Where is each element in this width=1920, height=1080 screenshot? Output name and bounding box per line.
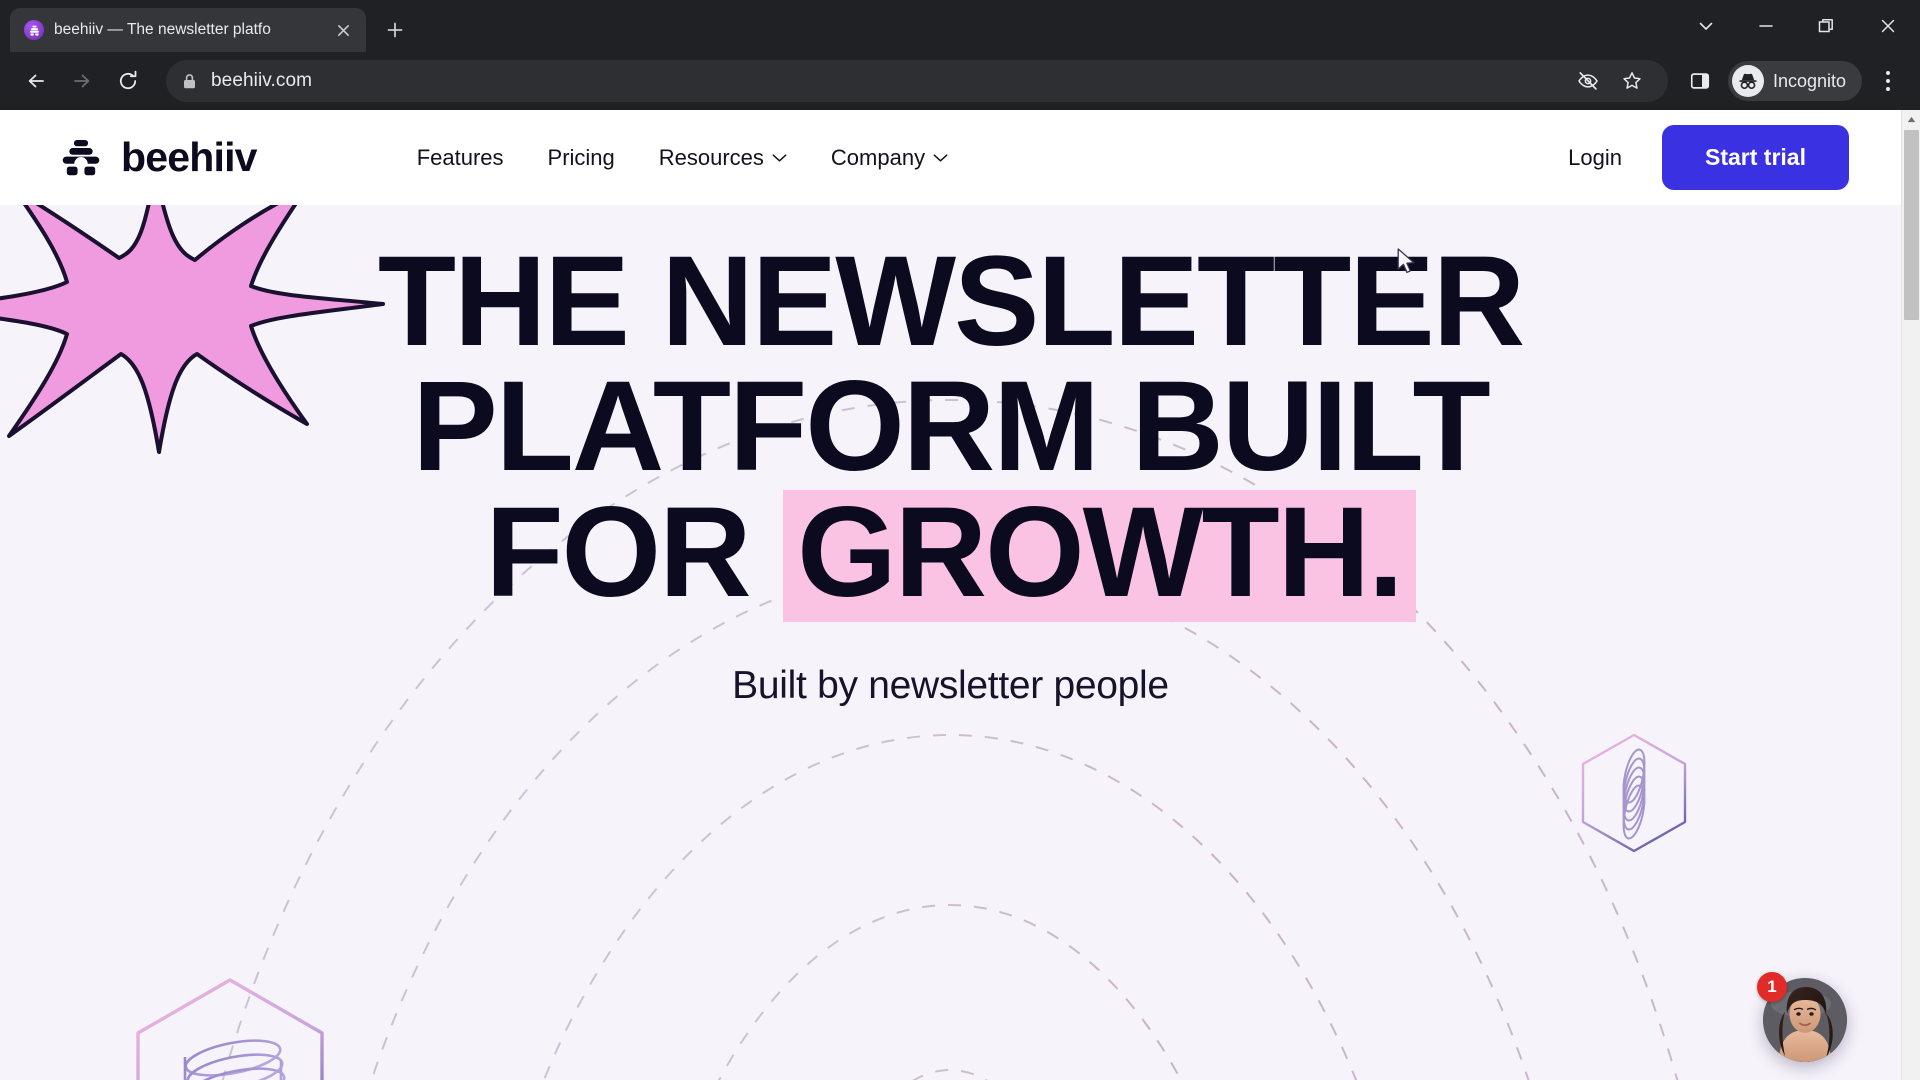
nav-item-features[interactable]: Features: [417, 145, 504, 171]
beehive-logo-icon: [58, 135, 104, 181]
star-icon[interactable]: [1612, 61, 1652, 101]
nav-item-pricing[interactable]: Pricing: [548, 145, 615, 171]
browser-toolbar: beehiiv.com Incognito: [0, 52, 1920, 110]
three-dots-icon[interactable]: [1868, 59, 1908, 103]
chat-support-widget[interactable]: 1: [1757, 972, 1847, 1062]
tab-search-button[interactable]: [1676, 4, 1736, 48]
new-tab-button[interactable]: [378, 13, 412, 47]
browser-window: beehiiv — The newsletter platfo beehiiv.…: [0, 0, 1920, 1080]
beehive-favicon: [24, 20, 44, 40]
hero-section: THE NEWSLETTER PLATFORM BUILT FOR GROWTH…: [0, 205, 1901, 1080]
headline-line-2: PLATFORM BUILT: [412, 355, 1490, 499]
back-arrow-icon[interactable]: [14, 59, 58, 103]
nav-label-features: Features: [416, 144, 504, 170]
site-navigation: Features Pricing Resources Company: [417, 145, 948, 171]
chat-unread-badge: 1: [1757, 972, 1787, 1002]
site-logo-wordmark: beehiiv: [121, 134, 257, 180]
chevron-down-icon: [933, 153, 948, 163]
hexagon-coil-small: [1581, 733, 1687, 853]
headline-line-3-prefix: FOR: [485, 480, 784, 624]
headline-line-1: THE NEWSLETTER: [377, 230, 1525, 373]
nav-label-resources: Resources: [658, 144, 764, 170]
login-link[interactable]: Login: [1568, 145, 1622, 171]
address-bar-url: beehiiv.com: [211, 70, 313, 91]
address-bar[interactable]: beehiiv.com: [166, 60, 1668, 102]
hero-headline: THE NEWSLETTER PLATFORM BUILT FOR GROWTH…: [0, 230, 1901, 623]
lock-icon: [182, 73, 197, 90]
tab-close-icon[interactable]: [330, 17, 356, 43]
chevron-down-icon: [772, 153, 787, 163]
window-controls: [1676, 0, 1920, 52]
tab-title: beehiiv — The newsletter platfo: [54, 21, 271, 38]
mouse-pointer-icon: [1397, 248, 1418, 281]
window-close-button[interactable]: [1856, 4, 1920, 48]
headline-line-3: FOR GROWTH.: [0, 488, 1901, 623]
page-viewport: beehiiv Features Pricing Resources Compa…: [0, 110, 1920, 1080]
forward-arrow-icon[interactable]: [60, 59, 104, 103]
maximize-button[interactable]: [1796, 4, 1856, 48]
nav-label-pricing: Pricing: [547, 144, 615, 170]
hero-content: THE NEWSLETTER PLATFORM BUILT FOR GROWTH…: [0, 205, 1901, 708]
hexagon-coil-large: [136, 978, 324, 1080]
profile-incognito-button[interactable]: Incognito: [1727, 61, 1862, 101]
reload-icon[interactable]: [106, 59, 150, 103]
site-logo[interactable]: beehiiv: [58, 134, 257, 181]
page-scrollbar[interactable]: [1901, 110, 1920, 1080]
minimize-button[interactable]: [1736, 4, 1796, 48]
nav-item-resources[interactable]: Resources: [659, 145, 787, 171]
site-header: beehiiv Features Pricing Resources Compa…: [0, 110, 1901, 205]
omnibox-icons: [1568, 61, 1652, 101]
nav-item-company[interactable]: Company: [831, 145, 948, 171]
tab-strip: beehiiv — The newsletter platfo: [0, 0, 1920, 52]
profile-label: Incognito: [1772, 70, 1846, 91]
incognito-hat-icon: [1731, 65, 1764, 97]
nav-label-company: Company: [830, 144, 926, 170]
hero-subheading: Built by newsletter people: [732, 664, 1169, 708]
eye-slash-icon[interactable]: [1568, 61, 1608, 101]
browser-tab[interactable]: beehiiv — The newsletter platfo: [10, 8, 366, 52]
start-trial-button[interactable]: Start trial: [1662, 125, 1849, 190]
side-panel-icon[interactable]: [1680, 61, 1720, 101]
scroll-up-arrow-icon[interactable]: [1902, 110, 1920, 129]
header-actions: Login Start trial: [1568, 125, 1849, 190]
headline-highlight-growth: GROWTH.: [783, 488, 1416, 623]
scrollbar-thumb[interactable]: [1904, 130, 1919, 320]
